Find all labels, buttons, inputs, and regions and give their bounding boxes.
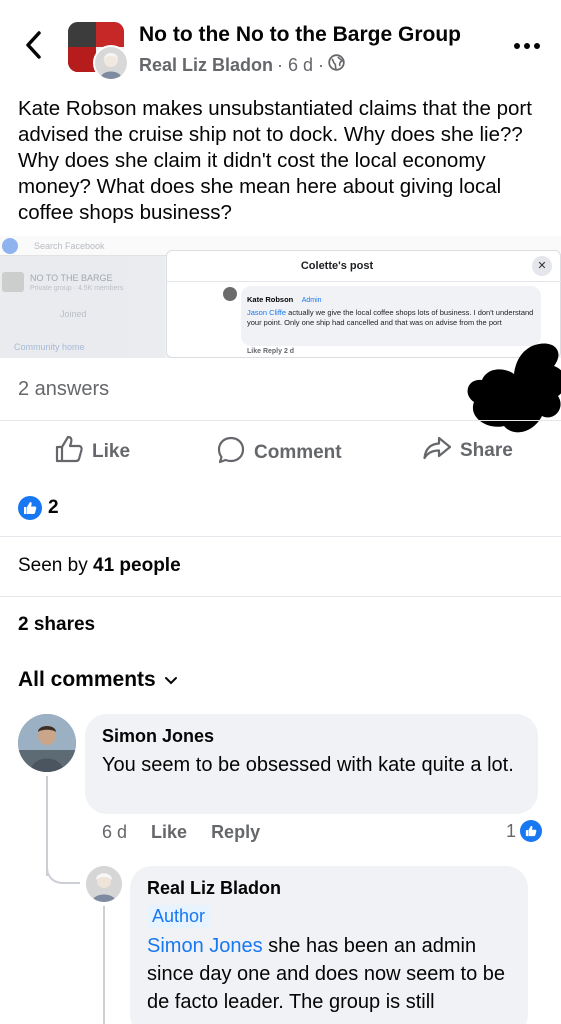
comment-text: Simon Jones she has been an admin since … (147, 932, 511, 1016)
share-button[interactable]: Share (422, 435, 513, 467)
comment-author[interactable]: Simon Jones (102, 726, 521, 747)
like-icon (54, 435, 84, 469)
comment-bubble: Simon Jones You seem to be obsessed with… (85, 714, 538, 814)
avatar[interactable] (18, 714, 76, 772)
author-badge: Author (147, 905, 211, 928)
comment-time: 6 d (102, 822, 128, 842)
comment-text: You seem to be obsessed with kate quite … (102, 754, 514, 776)
shares-count[interactable]: 2 shares (18, 614, 95, 636)
comment-like-button[interactable]: Like (151, 822, 187, 843)
screenshot-divider (167, 281, 561, 282)
screenshot-sidebar: NO TO THE BARGE Private group · 4.5K mem… (0, 256, 165, 358)
post-text: Kate Robson makes unsubstantiated claims… (18, 97, 532, 224)
comment-author[interactable]: Real Liz Bladon (147, 878, 511, 899)
screenshot-joined: Joined (60, 309, 87, 319)
comment-reaction-number: 1 (506, 820, 517, 841)
reaction-count: 2 (48, 497, 59, 518)
screenshot-modal-title: Colette's post (300, 260, 374, 272)
screenshot-comment-author: Kate Robson (247, 295, 294, 304)
post-actions: Like Comment Share (0, 420, 561, 482)
all-comments-filter[interactable]: All comments (18, 668, 178, 692)
author-avatar[interactable] (93, 45, 129, 81)
screenshot-search: Search Facebook (34, 241, 105, 251)
screenshot-comment-actions: Like Reply 2 d (247, 348, 295, 355)
comment-reply-button[interactable]: Reply (211, 822, 260, 843)
post-header: No to the No to the Barge Group Real Liz… (0, 0, 561, 92)
share-icon (422, 435, 452, 467)
screenshot-admin-badge: Admin (301, 297, 322, 304)
answers-count[interactable]: 2 answers (18, 378, 109, 401)
like-button[interactable]: Like (54, 435, 130, 469)
back-arrow-icon[interactable] (20, 28, 48, 62)
seen-by-prefix: Seen by (18, 555, 93, 576)
screenshot-mention: Jason Cliffe (247, 308, 287, 317)
divider (0, 596, 561, 597)
thread-connector (46, 856, 80, 884)
screenshot-community-home: Community home (14, 342, 85, 352)
divider (0, 536, 561, 537)
like-reaction-icon (18, 496, 42, 520)
comment-label: Comment (254, 442, 342, 463)
screenshot-comment-body: actually we give the local coffee shops … (247, 308, 534, 327)
like-reaction-icon (520, 820, 543, 842)
globe-icon (328, 54, 345, 76)
comment-actions: 6 d Like Reply (102, 822, 260, 843)
avatar[interactable] (86, 866, 122, 902)
close-icon: ✕ (532, 256, 552, 276)
comment-mention[interactable]: Simon Jones (147, 935, 263, 957)
share-label: Share (460, 440, 513, 461)
comment-icon (216, 435, 246, 471)
comment-button[interactable]: Comment (216, 435, 342, 471)
comment-bubble: Real Liz Bladon Author Simon Jones she h… (130, 866, 528, 1024)
group-name[interactable]: No to the No to the Barge Group (139, 23, 461, 47)
facebook-logo-icon (2, 238, 18, 254)
thread-line (103, 906, 105, 1024)
seen-by[interactable]: Seen by 41 people (18, 555, 181, 577)
chevron-down-icon (164, 668, 178, 692)
screenshot-group-sub: Private group · 4.5K members (30, 285, 124, 292)
post-meta: Real Liz Bladon · 6 d · (139, 54, 345, 76)
post-time: · 6 d · (277, 54, 325, 75)
like-label: Like (92, 441, 131, 462)
all-comments-label: All comments (18, 668, 156, 691)
screenshot-comment-avatar (223, 287, 237, 301)
screenshot-comment-bubble: Kate Robson Admin Jason Cliffe actually … (241, 286, 541, 346)
more-options-icon[interactable] (512, 36, 542, 56)
comment-reaction-count[interactable]: 1 (506, 820, 543, 842)
seen-by-count: 41 people (93, 555, 181, 576)
post-author[interactable]: Real Liz Bladon (139, 55, 273, 76)
screenshot-comment-text: Jason Cliffe actually we give the local … (247, 308, 535, 328)
screenshot-group-label: NO TO THE BARGE (30, 273, 113, 283)
reaction-summary[interactable]: 2 (18, 496, 59, 520)
